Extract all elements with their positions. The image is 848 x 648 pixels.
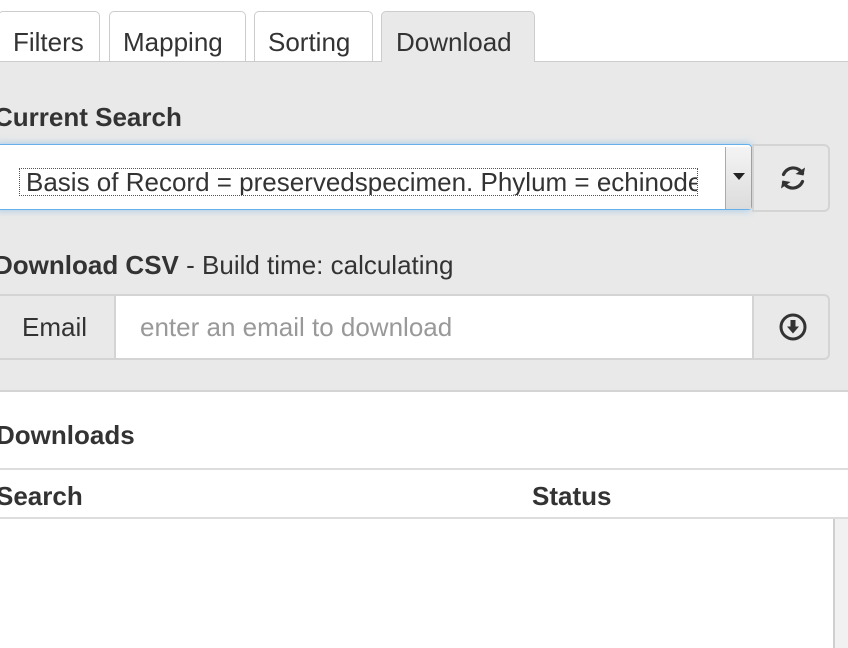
email-label: Email (0, 294, 116, 360)
chevron-down-icon[interactable] (725, 147, 751, 209)
build-time-text: - Build time: calculating (178, 250, 454, 280)
email-input[interactable] (114, 294, 754, 360)
downloads-title: Downloads (0, 420, 135, 450)
tab-sorting-label: Sorting (268, 27, 351, 57)
column-header-status: Status (532, 481, 612, 511)
column-header-search: Search (0, 481, 83, 511)
download-panel: Current Search Basis of Record = preserv… (0, 62, 848, 392)
current-search-title: Current Search (0, 102, 182, 132)
tab-mapping-label: Mapping (123, 27, 223, 57)
tab-filters[interactable]: Filters (0, 11, 100, 63)
downloads-scrollbar[interactable] (833, 519, 848, 648)
tab-download-label: Download (396, 27, 512, 57)
downloads-table-header: Search Status (0, 468, 848, 519)
refresh-button[interactable] (752, 144, 830, 212)
current-search-value: Basis of Record = preservedspecimen. Phy… (19, 168, 698, 196)
tab-bar: Filters Mapping Sorting Download (0, 0, 848, 68)
refresh-icon (781, 166, 805, 190)
download-circle-icon (779, 313, 807, 341)
tab-download[interactable]: Download (381, 11, 535, 68)
tab-filters-label: Filters (13, 27, 84, 57)
download-csv-title: Download CSV (0, 250, 179, 280)
tab-mapping[interactable]: Mapping (109, 11, 246, 63)
download-button[interactable] (752, 294, 830, 360)
downloads-table-body (0, 519, 848, 648)
tab-sorting[interactable]: Sorting (254, 11, 373, 63)
download-csv-heading: Download CSV - Build time: calculating (0, 250, 453, 281)
current-search-select[interactable]: Basis of Record = preservedspecimen. Phy… (0, 144, 752, 210)
